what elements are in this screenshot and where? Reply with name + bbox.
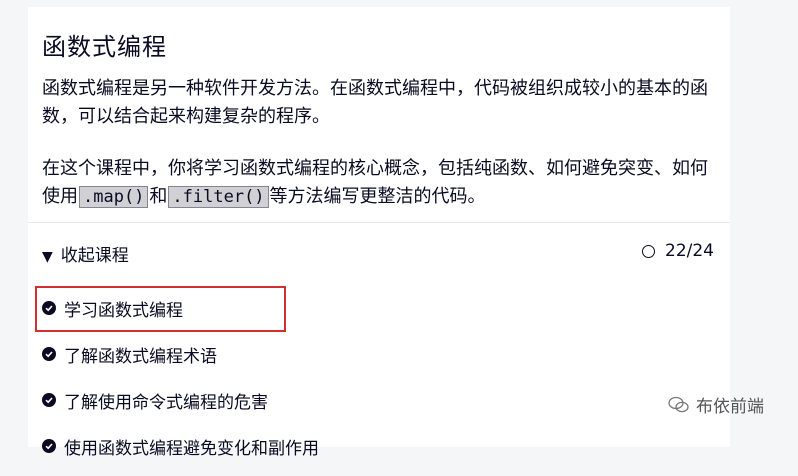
wechat-icon — [668, 396, 689, 412]
check-circle-icon — [42, 439, 56, 453]
course-title: 函数式编程 — [42, 33, 167, 61]
collapse-course-button[interactable]: ▼ 收起课程 — [42, 241, 129, 266]
triangle-down-icon: ▼ — [42, 249, 53, 265]
course-card: 函数式编程 函数式编程是另一种软件开发方法。在函数式编程中，代码被组织成较小的基… — [28, 7, 730, 459]
step-item[interactable]: 了解使用命令式编程的危害 — [42, 384, 319, 416]
step-item[interactable]: 了解函数式编程术语 — [42, 338, 319, 370]
course-description: 函数式编程是另一种软件开发方法。在函数式编程中，代码被组织成较小的基本的函数，可… — [42, 78, 708, 127]
course-description-detail: 在这个课程中，你将学习函数式编程的核心概念，包括纯函数、如何避免突变、如何使用.… — [42, 158, 708, 208]
code-map: .map() — [79, 186, 149, 208]
code-filter: .filter() — [168, 186, 269, 208]
course-progress: 22/24 — [642, 241, 714, 261]
step-item[interactable]: 使用函数式编程避免变化和副作用 — [42, 430, 319, 462]
check-circle-icon — [42, 393, 56, 407]
divider — [28, 222, 730, 223]
circle-icon — [642, 244, 655, 258]
watermark: 布依前端 — [668, 392, 764, 417]
check-circle-icon — [42, 347, 56, 361]
highlight-box — [35, 286, 286, 332]
